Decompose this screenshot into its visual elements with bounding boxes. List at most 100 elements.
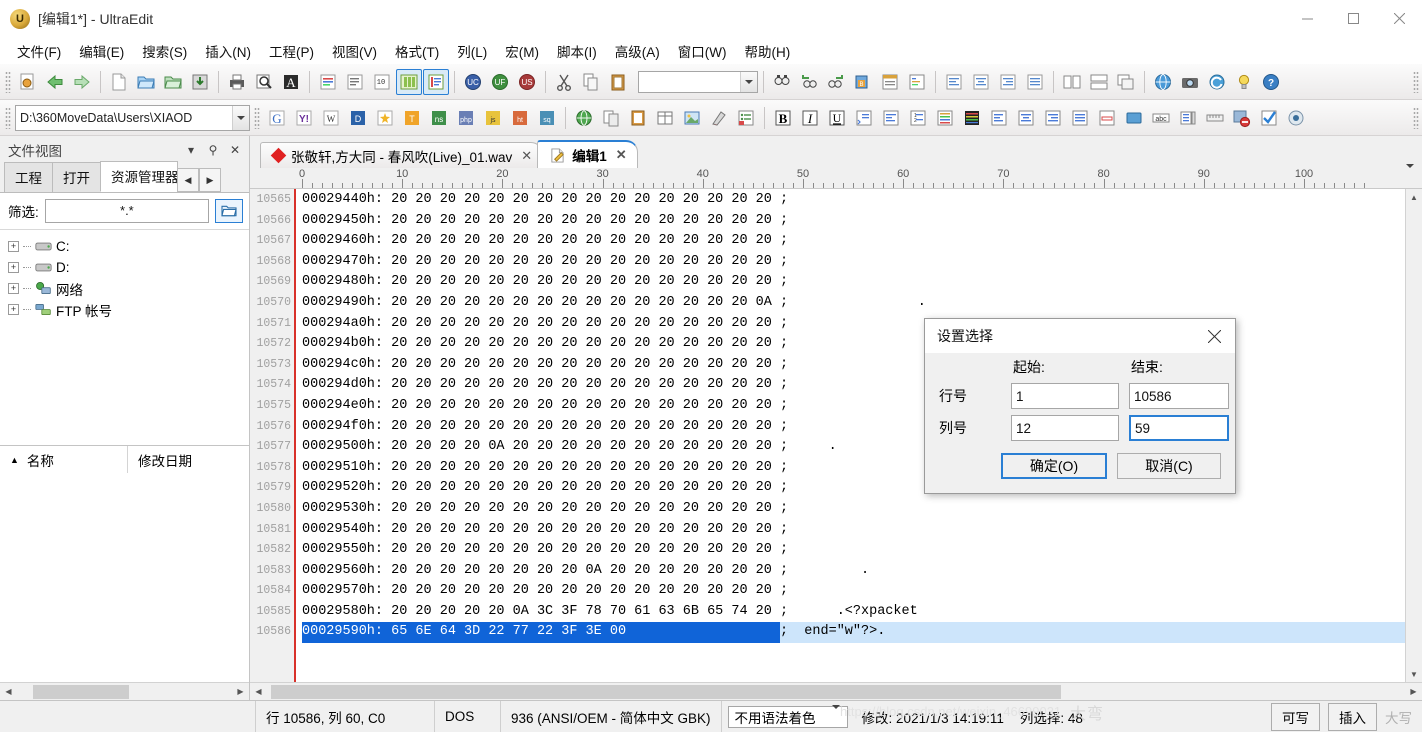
number-tag-icon[interactable]: 12	[905, 105, 931, 131]
scroll-up-button[interactable]: ▲	[1406, 189, 1422, 205]
translate-icon[interactable]: T	[399, 105, 425, 131]
para-right-icon[interactable]	[1040, 105, 1066, 131]
print-preview-icon[interactable]	[251, 69, 277, 95]
hex-line[interactable]: 00029440h: 20 20 20 20 20 20 20 20 20 20…	[302, 190, 1405, 211]
back-arrow-icon[interactable]	[42, 69, 68, 95]
sidebar-tabs-next-button[interactable]: ▶	[199, 168, 221, 192]
status-line-ending[interactable]: DOS	[435, 701, 501, 732]
uf-icon[interactable]: UF	[487, 69, 513, 95]
hex-line[interactable]: 000294f0h: 20 20 20 20 20 20 20 20 20 20…	[302, 417, 1405, 438]
yahoo-icon[interactable]: Y!	[291, 105, 317, 131]
bookmark-icon[interactable]: B	[850, 69, 876, 95]
file-list-body[interactable]	[0, 473, 249, 682]
close-button[interactable]	[1376, 0, 1422, 38]
close-icon[interactable]	[1199, 322, 1229, 350]
hex-line[interactable]: 00029500h: 20 20 20 20 0A 20 20 20 20 20…	[302, 437, 1405, 458]
tree-item-d-drive[interactable]: + D:	[8, 257, 249, 278]
close-icon[interactable]: ✕	[519, 148, 534, 164]
chevron-down-icon[interactable]	[831, 705, 847, 724]
cut-icon[interactable]	[551, 69, 577, 95]
document-tab-edit1[interactable]: 编辑1 ✕	[537, 140, 638, 168]
scroll-right-button[interactable]: ▶	[232, 683, 249, 700]
word-wrap-icon[interactable]	[315, 69, 341, 95]
hex-line[interactable]: 00029530h: 20 20 20 20 20 20 20 20 20 20…	[302, 499, 1405, 520]
toolbar-overflow-grip[interactable]	[1413, 70, 1419, 93]
radio-icon[interactable]	[1283, 105, 1309, 131]
help-icon[interactable]: ?	[1258, 69, 1284, 95]
hex-line[interactable]: 00029560h: 20 20 20 20 20 20 20 20 0A 20…	[302, 561, 1405, 582]
browser-icon[interactable]	[1150, 69, 1176, 95]
column-header-modified[interactable]: 修改日期	[128, 446, 192, 473]
align-tag-icon[interactable]	[878, 105, 904, 131]
hex-line[interactable]: 00029450h: 20 20 20 20 20 20 20 20 20 20…	[302, 211, 1405, 232]
textbox-icon[interactable]: abc	[1148, 105, 1174, 131]
cancel-button[interactable]: 取消(C)	[1117, 453, 1221, 479]
tree-item-c-drive[interactable]: + C:	[8, 236, 249, 257]
hex-line[interactable]: 00029480h: 20 20 20 20 20 20 20 20 20 20…	[302, 272, 1405, 293]
hex-line[interactable]: 00029470h: 20 20 20 20 20 20 20 20 20 20…	[302, 252, 1405, 273]
set-selection-dialog[interactable]: 设置选择 起始: 结束: 行号 1 10586 列号 12 59 确定(O) 取…	[924, 318, 1236, 494]
no-entry-icon[interactable]	[1229, 105, 1255, 131]
js-icon[interactable]: js	[480, 105, 506, 131]
ins-icon[interactable]: ns	[426, 105, 452, 131]
chevron-down-icon[interactable]	[232, 105, 249, 130]
checkbox-icon[interactable]	[1256, 105, 1282, 131]
maximize-button[interactable]	[1330, 0, 1376, 38]
hex-line[interactable]: 000294e0h: 20 20 20 20 20 20 20 20 20 20…	[302, 396, 1405, 417]
sql-icon[interactable]: sq	[534, 105, 560, 131]
save-icon[interactable]	[187, 69, 213, 95]
html-icon[interactable]: ht	[507, 105, 533, 131]
toolbar2-grip[interactable]	[5, 106, 11, 129]
italic-icon[interactable]: I	[797, 105, 823, 131]
hex-line[interactable]: 00029540h: 20 20 20 20 20 20 20 20 20 20…	[302, 520, 1405, 541]
scroll-left-button[interactable]: ◀	[250, 683, 267, 700]
para-left-icon[interactable]	[986, 105, 1012, 131]
expand-plus-icon[interactable]: +	[8, 304, 19, 315]
paste-page-icon[interactable]	[625, 105, 651, 131]
para-center-icon[interactable]	[1013, 105, 1039, 131]
editor-vertical-scrollbar[interactable]: ▲ ▼	[1405, 189, 1422, 682]
open-project-icon[interactable]	[160, 69, 186, 95]
column-mode-icon[interactable]	[396, 68, 422, 95]
justify-icon[interactable]	[1022, 69, 1048, 95]
hex-edit-icon[interactable]: 10	[369, 69, 395, 95]
hex-line[interactable]: 00029520h: 20 20 20 20 20 20 20 20 20 20…	[302, 478, 1405, 499]
menu-view[interactable]: 视图(V)	[323, 38, 386, 64]
menu-script[interactable]: 脚本(I)	[548, 38, 606, 64]
refresh-icon[interactable]	[1204, 69, 1230, 95]
hex-line[interactable]: 00029590h: 65 6E 64 3D 22 77 22 3F 3E 00…	[302, 622, 1405, 644]
templates-icon[interactable]	[904, 69, 930, 95]
tile-window-icon[interactable]	[1086, 69, 1112, 95]
tree-item-network[interactable]: + 网络	[8, 278, 249, 299]
form-field-icon[interactable]	[1094, 105, 1120, 131]
toggle-panel-icon[interactable]	[423, 68, 449, 95]
line-numbers-icon[interactable]	[342, 69, 368, 95]
menu-search[interactable]: 搜索(S)	[133, 38, 196, 64]
find-icon[interactable]	[769, 69, 795, 95]
toolbar-grip[interactable]	[5, 70, 11, 93]
expand-plus-icon[interactable]: +	[8, 283, 19, 294]
font-icon[interactable]: A	[278, 69, 304, 95]
pin-icon[interactable]: ⚲	[205, 142, 221, 158]
sidebar-tabs-prev-button[interactable]: ◀	[177, 168, 199, 192]
document-tab-wav[interactable]: 张敬轩,方大同 - 春风吹(Live)_01.wav ✕	[260, 142, 544, 168]
menu-project[interactable]: 工程(P)	[260, 38, 323, 64]
gradient-icon[interactable]	[959, 105, 985, 131]
google-icon[interactable]: G	[264, 105, 290, 131]
toolbar2-overflow-grip[interactable]	[1413, 106, 1419, 129]
expand-plus-icon[interactable]: +	[8, 241, 19, 252]
line-end-input[interactable]: 10586	[1129, 383, 1229, 409]
php-icon[interactable]: php	[453, 105, 479, 131]
tip-icon[interactable]	[1231, 69, 1257, 95]
copy-icon[interactable]	[578, 69, 604, 95]
hex-line[interactable]: 00029550h: 20 20 20 20 20 20 20 20 20 20…	[302, 540, 1405, 561]
ok-button[interactable]: 确定(O)	[1001, 453, 1107, 479]
list-icon[interactable]	[877, 69, 903, 95]
scroll-track[interactable]	[267, 684, 1405, 699]
sidebar-tab-open[interactable]: 打开	[52, 162, 101, 192]
open-folder-icon[interactable]	[215, 199, 243, 223]
paste-icon[interactable]	[605, 69, 631, 95]
hex-line[interactable]: 00029570h: 20 20 20 20 20 20 20 20 20 20…	[302, 581, 1405, 602]
column-start-input[interactable]: 12	[1011, 415, 1119, 441]
chevron-down-icon[interactable]: ▾	[183, 142, 199, 158]
